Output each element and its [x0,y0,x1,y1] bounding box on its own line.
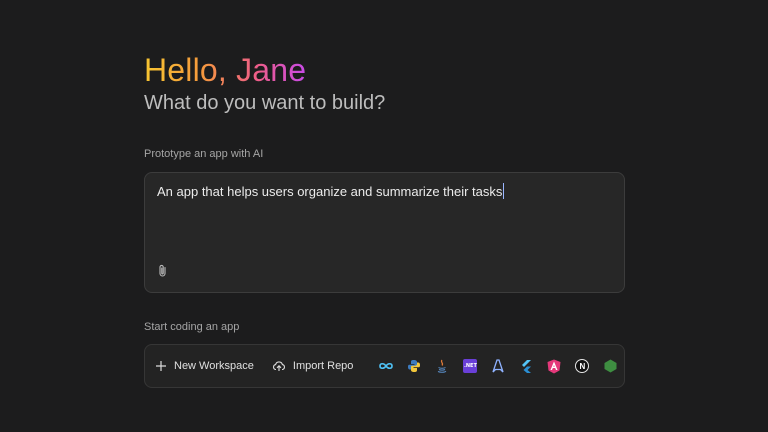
astro-icon[interactable] [489,357,507,375]
python-icon[interactable] [405,357,423,375]
paperclip-icon[interactable] [157,264,169,278]
nextjs-icon[interactable]: N [573,357,591,375]
import-repo-label: Import Repo [292,360,354,372]
greeting-title: Hello, Jane [144,52,307,88]
cloud-upload-icon [272,361,285,371]
new-workspace-button[interactable]: New Workspace [155,360,254,372]
coding-label: Start coding an app [144,321,240,333]
new-workspace-label: New Workspace [174,360,254,372]
java-icon[interactable] [433,357,451,375]
dotnet-icon[interactable]: .NET [461,357,479,375]
prompt-input-value[interactable]: An app that helps users organize and sum… [157,184,502,199]
nodejs-icon[interactable] [601,357,619,375]
page-subtitle: What do you want to build? [144,92,386,114]
flutter-icon[interactable] [517,357,535,375]
infinity-icon[interactable] [377,357,395,375]
prototype-label: Prototype an app with AI [144,148,264,160]
plus-icon [156,361,166,371]
main-panel: Hello, Jane What do you want to build? P… [144,52,625,388]
angular-icon[interactable] [545,357,563,375]
prompt-input[interactable]: An app that helps users organize and sum… [144,172,625,293]
coding-toolbar: New Workspace Import Repo .NET N [144,344,625,388]
import-repo-button[interactable]: Import Repo [272,360,354,372]
text-caret [503,183,505,199]
